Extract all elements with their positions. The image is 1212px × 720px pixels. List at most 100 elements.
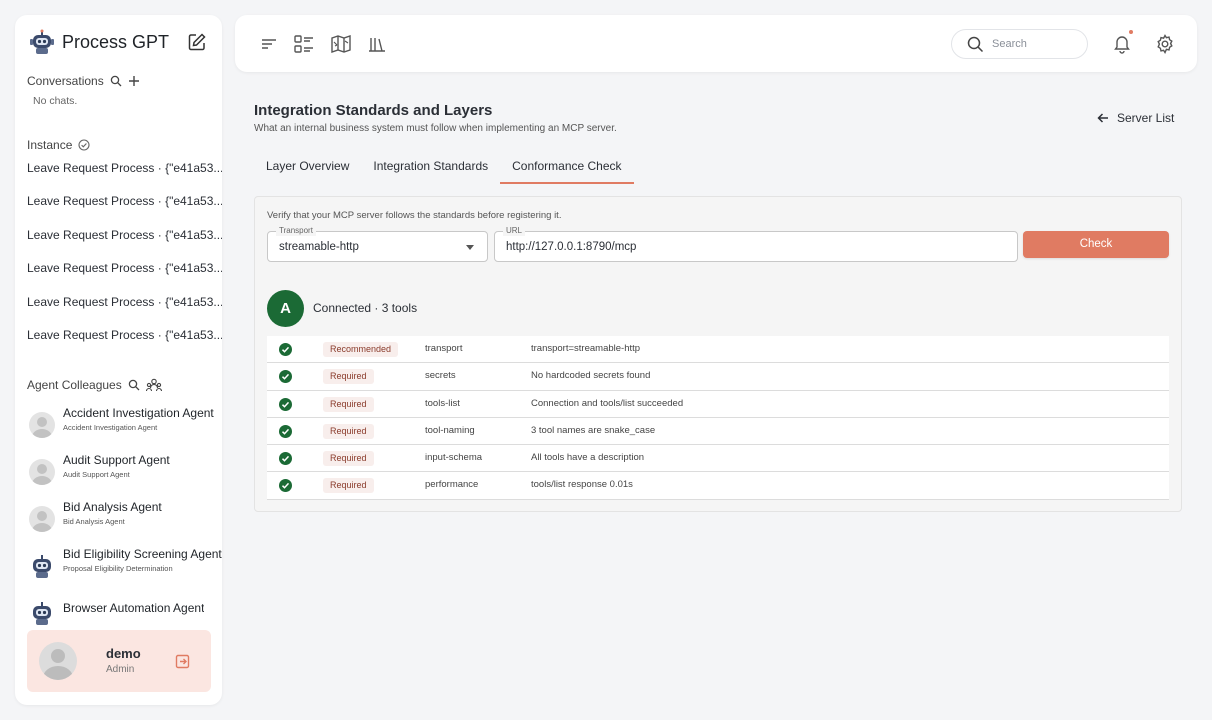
app-name: Process GPT (62, 31, 170, 52)
rule-message: No hardcoded secrets found (531, 370, 651, 382)
connection-status: Connected · 3 tools (313, 301, 418, 315)
server-list-back-button[interactable]: Server List (1097, 111, 1174, 125)
instance-item[interactable]: Leave Request Process · {"e41a53... (27, 292, 222, 325)
check-success-icon (279, 424, 292, 438)
library-icon[interactable] (366, 33, 388, 55)
check-circle-icon[interactable] (78, 139, 90, 151)
instance-item[interactable]: Leave Request Process · {"e41a53... (27, 325, 222, 358)
bell-icon[interactable] (1111, 32, 1133, 54)
agent-subtitle: Audit Support Agent (63, 470, 130, 479)
agent-name: Bid Analysis Agent (63, 501, 162, 514)
rule-message: 3 tool names are snake_case (531, 424, 656, 436)
menu-lines-icon[interactable] (258, 33, 280, 55)
table-row: Required tool-naming 3 tool names are sn… (267, 417, 1169, 446)
brand[interactable]: Process GPT (29, 27, 209, 57)
agent-subtitle: Accident Investigation Agent (63, 423, 158, 432)
check-success-icon (279, 370, 292, 384)
rule-key: performance (425, 479, 479, 491)
check-button[interactable]: Check (1023, 231, 1169, 258)
agent-name: Audit Support Agent (63, 454, 170, 467)
agent-item[interactable]: Bid Analysis Agent Bid Analysis Agent (29, 501, 222, 548)
user-avatar (39, 642, 77, 680)
agent-avatar (29, 506, 55, 532)
agent-avatar (29, 459, 55, 485)
conversations-header: Conversations (27, 74, 140, 88)
server-avatar: A (267, 290, 304, 327)
agent-name: Bid Eligibility Screening Agent (63, 548, 222, 561)
search-icon[interactable] (110, 75, 122, 87)
search-box[interactable]: Search (951, 29, 1088, 59)
level-badge: Recommended (323, 342, 399, 357)
check-success-icon (279, 479, 292, 493)
agent-name: Browser Automation Agent (63, 601, 205, 615)
url-value: http://127.0.0.1:8790/mcp (506, 241, 637, 253)
agent-item[interactable]: Bid Eligibility Screening Agent Proposal… (29, 548, 222, 595)
instance-header: Instance (27, 138, 90, 152)
tab-conformance-check[interactable]: Conformance Check (500, 150, 634, 184)
gear-icon[interactable] (1155, 34, 1175, 54)
rule-key: tool-naming (425, 424, 475, 436)
add-icon[interactable] (128, 75, 140, 87)
map-icon[interactable] (330, 33, 352, 55)
check-intro-text: Verify that your MCP server follows the … (267, 210, 562, 221)
checklist-icon[interactable] (293, 33, 315, 55)
check-results-table: Recommended transport transport=streamab… (267, 336, 1169, 500)
agent-item[interactable]: Accident Investigation Agent Accident In… (29, 407, 222, 454)
agent-list: Accident Investigation Agent Accident In… (29, 407, 222, 642)
robot-logo-icon (30, 29, 54, 54)
no-chats-text: No chats. (33, 95, 78, 107)
search-placeholder: Search (992, 38, 1027, 50)
level-badge: Required (323, 478, 374, 494)
user-card[interactable]: demo Admin (27, 630, 211, 692)
instance-list: Leave Request Process · {"e41a53... Leav… (27, 158, 222, 358)
tab-layer-overview[interactable]: Layer Overview (254, 150, 361, 184)
rule-key: tools-list (425, 397, 460, 409)
tab-integration-standards[interactable]: Integration Standards (361, 150, 500, 184)
new-chat-edit-icon[interactable] (187, 32, 207, 52)
agent-avatar (29, 412, 55, 438)
rule-message: transport=streamable-http (531, 343, 641, 354)
level-badge: Required (323, 396, 374, 412)
notification-dot (1129, 30, 1133, 34)
table-row: Required secrets No hardcoded secrets fo… (267, 363, 1169, 391)
arrow-left-icon (1097, 113, 1108, 123)
page-subtitle: What an internal business system must fo… (254, 123, 617, 134)
url-label: URL (503, 226, 526, 236)
instance-item[interactable]: Leave Request Process · {"e41a53... (27, 258, 222, 291)
transport-label: Transport (276, 226, 316, 236)
search-icon[interactable] (128, 379, 140, 391)
agent-subtitle: Bid Analysis Agent (63, 517, 125, 526)
instance-item[interactable]: Leave Request Process · {"e41a53... (27, 225, 222, 258)
instance-item[interactable]: Leave Request Process · {"e41a53... (27, 191, 222, 224)
table-row: Required input-schema All tools have a d… (267, 445, 1169, 473)
user-role: Admin (106, 664, 135, 675)
logout-icon[interactable] (175, 654, 190, 669)
user-name: demo (106, 646, 141, 661)
top-bar: Search (235, 15, 1197, 72)
instance-item[interactable]: Leave Request Process · {"e41a53... (27, 158, 222, 191)
table-row: Recommended transport transport=streamab… (267, 336, 1169, 364)
rule-message: All tools have a description (531, 452, 645, 464)
agent-colleagues-title: Agent Colleagues (27, 378, 122, 392)
page-title: Integration Standards and Layers (254, 102, 493, 119)
table-row: Required tools-list Connection and tools… (267, 390, 1169, 418)
conformance-check-panel: Verify that your MCP server follows the … (254, 196, 1182, 512)
agent-item[interactable]: Audit Support Agent Audit Support Agent (29, 454, 222, 501)
rule-key: transport (425, 343, 463, 354)
check-success-icon (279, 343, 292, 356)
level-badge: Required (323, 451, 374, 467)
level-badge: Required (323, 369, 374, 385)
sidebar: Process GPT Conversations No chats. Inst… (15, 15, 222, 705)
transport-value: streamable-http (279, 241, 359, 253)
search-icon (967, 36, 984, 52)
check-success-icon (279, 452, 292, 466)
check-success-icon (279, 397, 292, 411)
rule-message: tools/list response 0.01s (531, 479, 633, 491)
agent-group-icon[interactable] (145, 378, 162, 392)
table-row: Required performance tools/list response… (267, 472, 1169, 500)
level-badge: Required (323, 423, 374, 439)
server-list-label: Server List (1117, 111, 1175, 125)
transport-select[interactable]: Transport streamable-http (267, 226, 488, 262)
tab-bar: Layer Overview Integration Standards Con… (254, 150, 634, 184)
url-field[interactable]: URL http://127.0.0.1:8790/mcp (494, 226, 1018, 262)
